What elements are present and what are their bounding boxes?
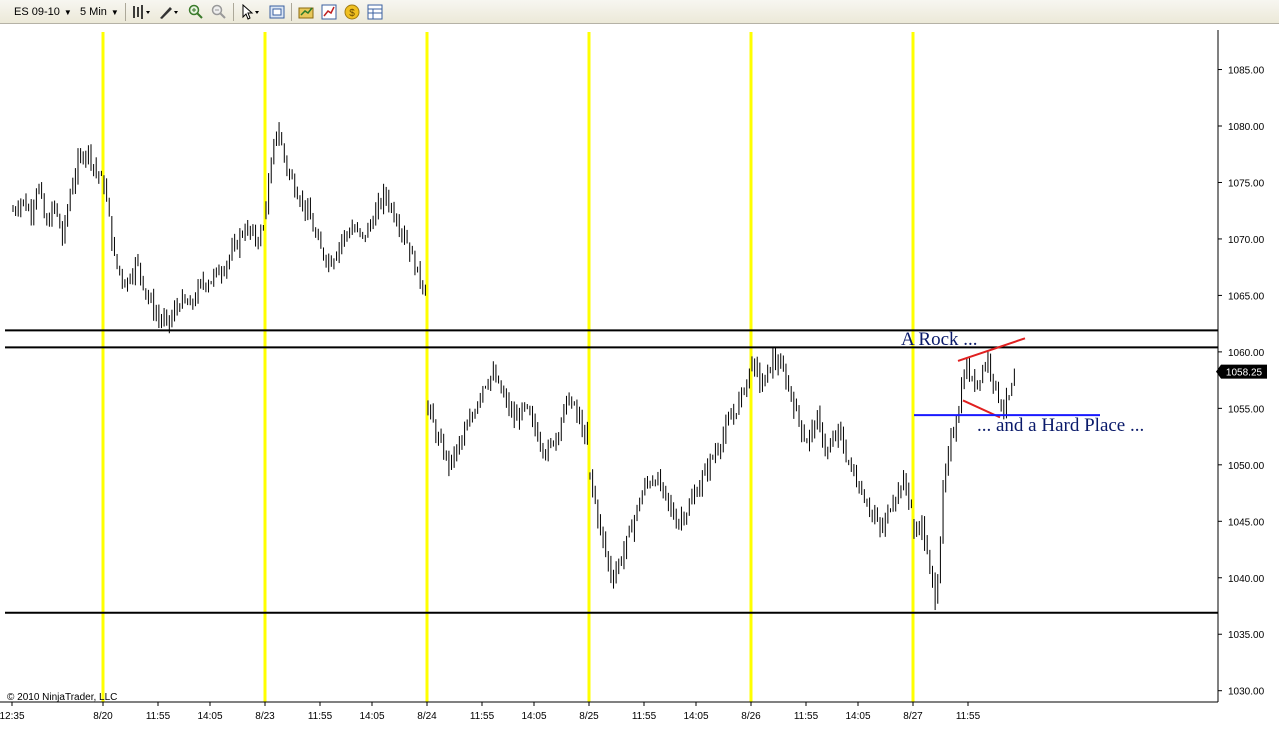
instrument-selector[interactable]: ES 09-10 ▼ [14,3,72,21]
data-box-icon[interactable] [367,4,383,20]
x-tick-label: 8/20 [93,711,113,722]
x-tick-label: 14:05 [683,711,708,722]
x-tick-label: 14:05 [197,711,222,722]
chart-toolbar: ES 09-10 ▼ 5 Min ▼ $ [0,0,1279,24]
price-bars [12,122,1015,611]
interval-label: 5 Min [80,6,107,18]
copyright-label: © 2010 NinjaTrader, LLC [7,692,117,703]
bar-style-icon[interactable] [132,4,150,20]
x-tick-label: 8/24 [417,711,437,722]
chevron-down-icon: ▼ [63,7,72,17]
properties-icon[interactable] [269,4,285,20]
hard-place-annotation: ... and a Hard Place ... [977,415,1144,436]
x-tick-label: 11:55 [956,711,981,722]
chevron-down-icon: ▼ [110,7,119,17]
dollar-icon[interactable]: $ [344,4,360,20]
x-tick-label: 14:05 [359,711,384,722]
current-price-label: 1058.25 [1226,368,1263,379]
y-axis: 1030.00 1035.00 1040.00 1045.00 1050.00 1055.… [1218,66,1265,698]
horizontal-levels [5,329,1218,614]
x-tick-label: 8/26 [741,711,761,722]
y-tick-label: 1065.00 [1228,291,1265,302]
y-tick-label: 1060.00 [1228,348,1265,359]
data-series-icon[interactable] [298,4,314,20]
svg-text:$: $ [349,8,355,19]
y-tick-label: 1070.00 [1228,235,1265,246]
x-tick-label: 8/23 [255,711,275,722]
x-tick-label: 12:35 [0,711,25,722]
x-axis: 12:35 8/20 11:55 14:05 8/23 11:55 14:05 8/24 11:… [0,702,981,722]
x-tick-label: 11:55 [794,711,819,722]
x-tick-label: 11:55 [146,711,171,722]
y-tick-label: 1030.00 [1228,687,1265,698]
price-chart[interactable]: 1030.00 1035.00 1040.00 1045.00 1050.00 1055.… [0,26,1279,731]
y-tick-label: 1055.00 [1228,404,1265,415]
drawing-tool-icon[interactable] [158,4,178,20]
y-tick-label: 1075.00 [1228,178,1265,189]
x-tick-label: 11:55 [308,711,333,722]
instrument-label: ES 09-10 [14,6,60,18]
y-tick-label: 1035.00 [1228,630,1265,641]
x-tick-label: 8/25 [579,711,599,722]
y-tick-label: 1085.00 [1228,66,1265,77]
annotation-lines [914,337,1100,419]
current-price-marker: 1058.25 [1216,364,1267,379]
y-tick-label: 1050.00 [1228,461,1265,472]
x-tick-label: 11:55 [632,711,657,722]
y-tick-label: 1080.00 [1228,122,1265,133]
x-tick-label: 14:05 [845,711,870,722]
x-tick-label: 11:55 [470,711,495,722]
zoom-out-icon[interactable] [211,4,227,20]
session-dividers [101,32,915,702]
zoom-in-icon[interactable] [188,4,204,20]
y-tick-label: 1040.00 [1228,574,1265,585]
interval-selector[interactable]: 5 Min ▼ [80,3,119,21]
x-tick-label: 8/27 [903,711,923,722]
x-tick-label: 14:05 [521,711,546,722]
pointer-icon[interactable] [240,3,259,20]
rock-annotation: A Rock ... [901,329,978,350]
y-tick-label: 1045.00 [1228,517,1265,528]
strategy-icon[interactable] [321,4,337,20]
